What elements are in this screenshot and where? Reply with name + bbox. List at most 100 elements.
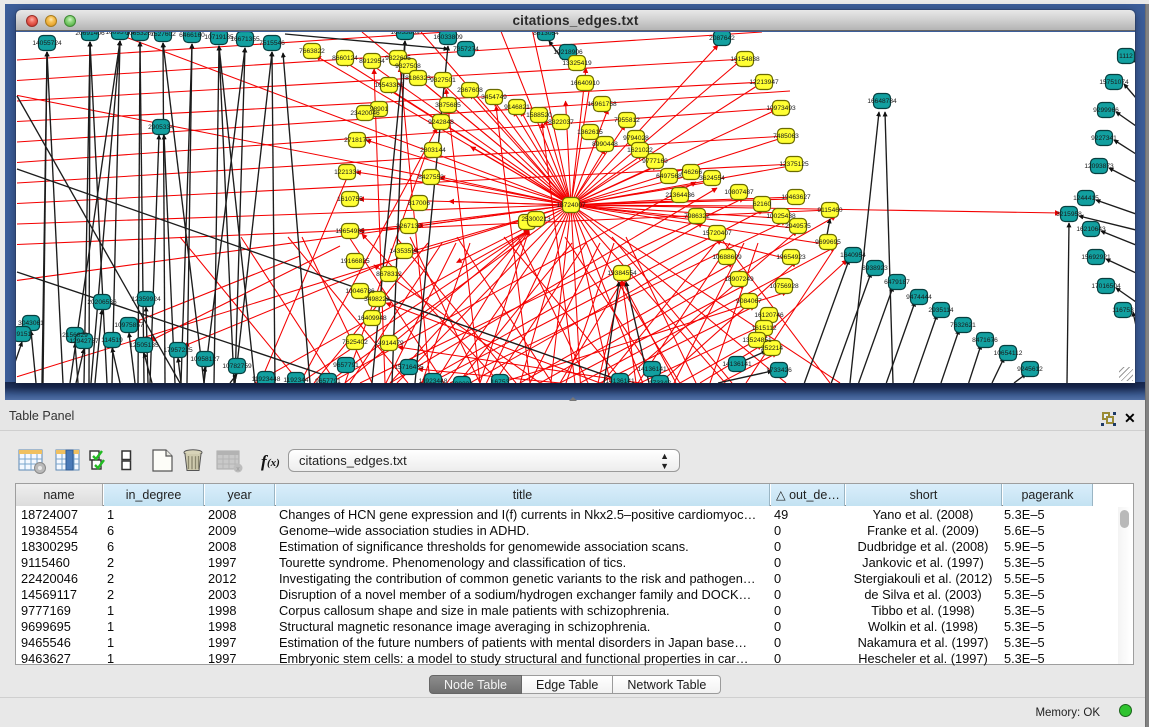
svg-text:8322037: 8322037 xyxy=(548,119,574,126)
svg-text:9657791: 9657791 xyxy=(333,362,359,369)
svg-text:19654985: 19654985 xyxy=(335,228,365,235)
svg-text:13325419: 13325419 xyxy=(562,60,592,67)
svg-text:12213947: 12213947 xyxy=(749,79,779,86)
svg-text:16961758: 16961758 xyxy=(587,101,617,108)
svg-text:817006: 817006 xyxy=(408,200,430,207)
svg-text:16154838: 16154838 xyxy=(730,56,760,63)
svg-text:12505135: 12505135 xyxy=(129,342,159,349)
svg-text:9115460: 9115460 xyxy=(817,207,843,214)
svg-text:12093873: 12093873 xyxy=(1084,163,1114,170)
svg-text:1112: 1112 xyxy=(1119,53,1133,60)
svg-text:10756928: 10756928 xyxy=(769,283,799,290)
svg-text:1527602: 1527602 xyxy=(150,32,176,38)
svg-text:(x): (x) xyxy=(267,457,280,469)
svg-text:20206536: 20206536 xyxy=(87,299,117,306)
svg-text:7632621: 7632621 xyxy=(950,322,976,329)
svg-text:1615112: 1615112 xyxy=(751,325,777,332)
svg-text:14055724: 14055724 xyxy=(32,40,62,47)
svg-text:12375125: 12375125 xyxy=(779,161,809,168)
svg-text:9327508: 9327508 xyxy=(395,63,421,70)
svg-text:13524851: 13524851 xyxy=(742,337,772,344)
svg-text:7485063: 7485063 xyxy=(773,133,799,140)
svg-text:7515546: 7515546 xyxy=(259,40,285,47)
svg-text:21364436: 21364436 xyxy=(665,192,695,199)
svg-text:19384554: 19384554 xyxy=(607,270,637,277)
svg-text:8912954: 8912954 xyxy=(359,58,385,65)
svg-text:8660124: 8660124 xyxy=(332,55,358,62)
svg-text:39151: 39151 xyxy=(16,331,31,338)
svg-text:1621022: 1621022 xyxy=(627,147,653,154)
svg-text:16671355: 16671355 xyxy=(230,36,260,43)
svg-text:6466160: 6466160 xyxy=(179,32,205,39)
svg-text:16033809: 16033809 xyxy=(390,32,420,36)
svg-text:1733426: 1733426 xyxy=(766,367,792,374)
svg-text:2949575: 2949575 xyxy=(785,223,811,230)
svg-text:3267130: 3267130 xyxy=(396,223,422,230)
svg-text:10046786: 10046786 xyxy=(345,288,375,295)
svg-text:8471676: 8471676 xyxy=(972,337,998,344)
svg-text:2087642: 2087642 xyxy=(709,35,735,42)
svg-text:19218906: 19218906 xyxy=(553,49,583,56)
svg-text:16120746: 16120746 xyxy=(754,312,784,319)
svg-text:15720407: 15720407 xyxy=(702,230,732,237)
svg-text:2367608: 2367608 xyxy=(457,87,483,94)
svg-text:1192344: 1192344 xyxy=(283,377,309,383)
svg-text:15692921: 15692921 xyxy=(1081,254,1111,261)
svg-text:9245612: 9245612 xyxy=(1017,366,1043,373)
svg-text:x: x xyxy=(236,466,240,473)
svg-text:2935114: 2935114 xyxy=(928,307,954,314)
svg-text:9699695: 9699695 xyxy=(815,239,841,246)
svg-text:18907249: 18907249 xyxy=(724,276,754,283)
svg-text:14914479: 14914479 xyxy=(374,340,404,347)
svg-text:2905334: 2905334 xyxy=(148,124,174,131)
svg-text:8427552: 8427552 xyxy=(418,174,444,181)
svg-text:1640954: 1640954 xyxy=(840,252,866,259)
svg-text:2718170: 2718170 xyxy=(344,137,370,144)
svg-text:3043061: 3043061 xyxy=(18,320,44,327)
svg-text:62160: 62160 xyxy=(753,201,772,208)
svg-text:7663822: 7663822 xyxy=(299,48,325,55)
svg-text:3215958: 3215958 xyxy=(1056,211,1082,218)
svg-text:109234: 109234 xyxy=(451,381,473,383)
svg-text:1244415: 1244415 xyxy=(1073,195,1099,202)
svg-text:16409948: 16409948 xyxy=(357,315,387,322)
svg-text:10975857: 10975857 xyxy=(114,322,144,329)
svg-text:7357274: 7357274 xyxy=(453,46,479,53)
svg-text:17957225: 17957225 xyxy=(163,347,193,354)
svg-text:1362615: 1362615 xyxy=(577,129,603,136)
svg-text:114519: 114519 xyxy=(101,337,123,344)
svg-text:19166825: 19166825 xyxy=(340,258,370,265)
svg-text:16648784: 16648784 xyxy=(867,98,897,105)
svg-text:3624554: 3624554 xyxy=(699,175,725,182)
svg-text:16640910: 16640910 xyxy=(570,80,600,87)
svg-text:1221331: 1221331 xyxy=(334,169,360,176)
svg-text:19463627: 19463627 xyxy=(781,194,811,201)
svg-text:16753: 16753 xyxy=(491,379,510,383)
svg-text:10807487: 10807487 xyxy=(724,189,754,196)
svg-text:9084067: 9084067 xyxy=(736,298,762,305)
svg-text:9474444: 9474444 xyxy=(906,294,932,301)
svg-text:10958127: 10958127 xyxy=(190,356,220,363)
svg-text:8813054: 8813054 xyxy=(533,32,559,37)
svg-text:9299966: 9299966 xyxy=(1093,107,1119,114)
svg-text:18724007: 18724007 xyxy=(556,202,586,209)
svg-text:9227341: 9227341 xyxy=(1091,135,1117,142)
svg-text:7625402: 7625402 xyxy=(342,339,368,346)
svg-text:10782759: 10782759 xyxy=(222,363,252,370)
svg-text:1588520: 1588520 xyxy=(526,112,552,119)
svg-text:16033809: 16033809 xyxy=(433,34,463,41)
svg-text:10688609: 10688609 xyxy=(712,254,742,261)
svg-text:6479187: 6479187 xyxy=(884,279,910,286)
svg-text:12942737: 12942737 xyxy=(69,338,99,345)
svg-text:9146821: 9146821 xyxy=(504,104,530,111)
svg-text:14353594: 14353594 xyxy=(389,248,419,255)
svg-text:23420046: 23420046 xyxy=(350,110,380,117)
svg-text:8938923: 8938923 xyxy=(862,265,888,272)
svg-text:19654923: 19654923 xyxy=(776,254,806,261)
svg-text:8990448: 8990448 xyxy=(592,141,618,148)
svg-text:16543382: 16543382 xyxy=(374,82,404,89)
svg-text:10025438: 10025438 xyxy=(766,213,796,220)
svg-text:9242848: 9242848 xyxy=(428,119,454,126)
svg-text:2803144: 2803144 xyxy=(420,147,446,154)
svg-text:9327501: 9327501 xyxy=(430,77,456,84)
